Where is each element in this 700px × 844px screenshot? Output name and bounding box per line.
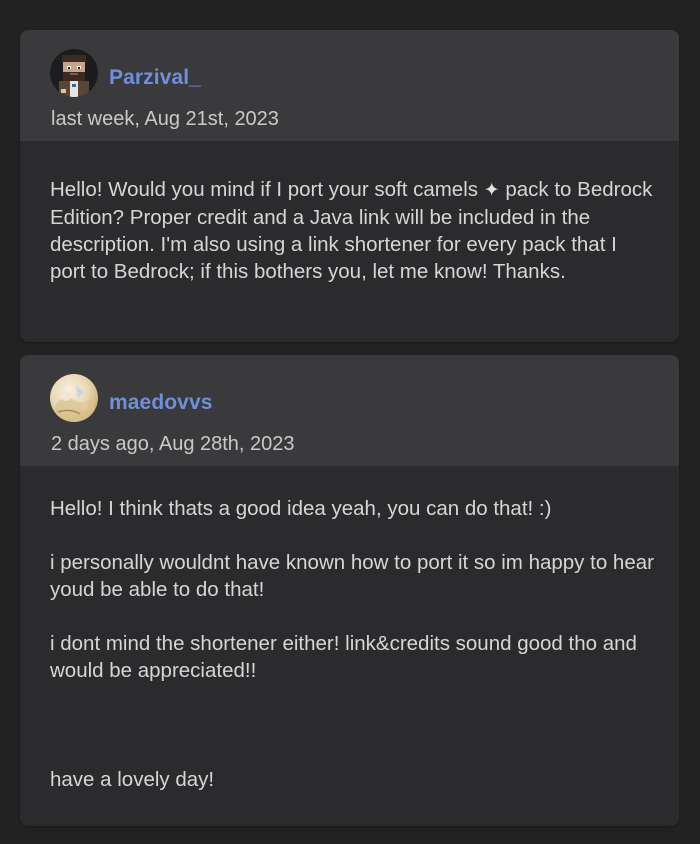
comment-paragraph: i personally wouldnt have known how to p… [50, 551, 654, 601]
comment-timestamp: 2 days ago, Aug 28th, 2023 [51, 433, 295, 455]
comment-text-part: Hello! Would you mind if I port your sof… [50, 178, 479, 201]
comment-card: maedovvs 2 days ago, Aug 28th, 2023 Hell… [20, 355, 679, 826]
comment-header: Parzival_ last week, Aug 21st, 2023 [20, 30, 679, 141]
sparkle-icon: ✦ [483, 180, 500, 201]
pastel-photo-avatar-icon[interactable] [50, 374, 98, 422]
comment-author[interactable]: maedovvs [109, 391, 213, 415]
comment-body: Hello! Would you mind if I port your sof… [20, 141, 679, 285]
pixel-character-avatar-icon[interactable] [50, 49, 98, 97]
comment-text: Hello! Would you mind if I port your sof… [50, 176, 655, 285]
comment-card: Parzival_ last week, Aug 21st, 2023 Hell… [20, 30, 679, 342]
comment-paragraph: have a lovely day! [50, 768, 215, 791]
comment-timestamp: last week, Aug 21st, 2023 [51, 108, 279, 130]
comment-author[interactable]: Parzival_ [109, 66, 201, 90]
comment-paragraph: Hello! I think thats a good idea yeah, y… [50, 497, 552, 520]
comment-paragraph: i dont mind the shortener either! link&c… [50, 632, 637, 682]
comment-feed: Parzival_ last week, Aug 21st, 2023 Hell… [0, 0, 700, 844]
comment-header: maedovvs 2 days ago, Aug 28th, 2023 [20, 355, 679, 466]
comment-body: Hello! I think thats a good idea yeah, y… [20, 466, 679, 793]
